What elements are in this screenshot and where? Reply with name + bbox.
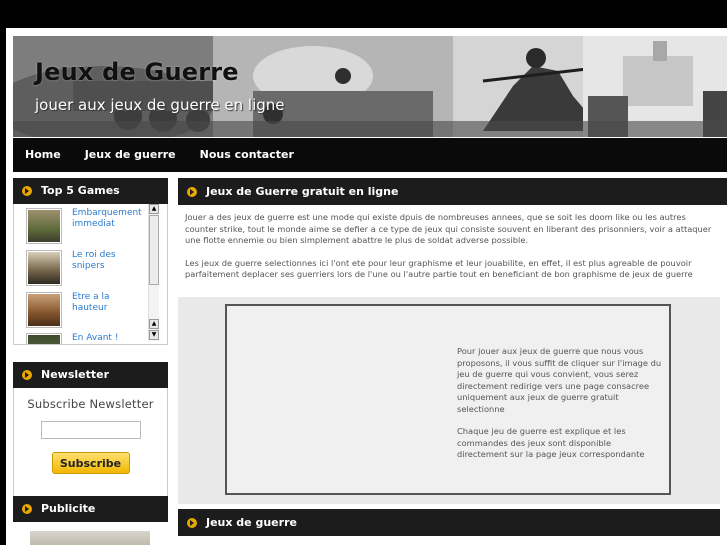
top-games-title: Top 5 Games bbox=[41, 184, 120, 197]
scroll-up-icon[interactable]: ▲ bbox=[149, 204, 159, 214]
intro-header: Jeux de Guerre gratuit en ligne bbox=[178, 178, 727, 205]
banner-scene-svg bbox=[13, 36, 727, 137]
arrow-bullet-icon bbox=[22, 370, 32, 380]
feature-text: Pour jouer aux jeux de guerre que nous v… bbox=[457, 346, 663, 472]
nav-item-home[interactable]: Home bbox=[13, 138, 73, 172]
intro-paragraph: Jouer a des jeux de guerre est une mode … bbox=[185, 212, 712, 245]
newsletter-body: Subscribe Newsletter Subscribe bbox=[13, 388, 168, 497]
page: Jeux de Guerre jouer aux jeux de guerre … bbox=[6, 28, 727, 545]
newsletter-heading: Subscribe Newsletter bbox=[27, 397, 154, 411]
game-thumbnail[interactable] bbox=[26, 333, 62, 344]
game-thumbnail[interactable] bbox=[26, 250, 62, 286]
main-content: Jeux de Guerre gratuit en ligne Jouer a … bbox=[178, 178, 727, 536]
feature-paragraph: Pour jouer aux jeux de guerre que nous v… bbox=[457, 346, 662, 414]
nav-item-nous-contacter[interactable]: Nous contacter bbox=[188, 138, 306, 172]
nav-item-jeux-de-guerre[interactable]: Jeux de guerre bbox=[73, 138, 188, 172]
subscribe-button[interactable]: Subscribe bbox=[51, 452, 130, 474]
main-nav: Home Jeux de guerre Nous contacter bbox=[13, 138, 727, 172]
top-games-header: Top 5 Games bbox=[13, 178, 168, 204]
site-title[interactable]: Jeux de Guerre bbox=[35, 58, 239, 86]
top-games-box: Top 5 Games Embarquement immediat Le roi… bbox=[13, 178, 168, 345]
intro-text: Jouer a des jeux de guerre est une mode … bbox=[178, 205, 727, 281]
game-thumbnail[interactable] bbox=[26, 208, 62, 244]
list-item[interactable]: Etre a la hauteur bbox=[26, 292, 144, 328]
banner-photo bbox=[13, 36, 727, 137]
games-section-header: Jeux de guerre bbox=[178, 509, 720, 536]
newsletter-header: Newsletter bbox=[13, 362, 168, 388]
scroll-down-icon[interactable]: ▼ bbox=[149, 330, 159, 340]
game-link[interactable]: En Avant ! bbox=[72, 333, 144, 344]
intro-title: Jeux de Guerre gratuit en ligne bbox=[206, 185, 399, 198]
newsletter-title: Newsletter bbox=[41, 368, 110, 381]
header-banner: Jeux de Guerre jouer aux jeux de guerre … bbox=[13, 36, 727, 137]
intro-paragraph: Les jeux de guerre selectionnes ici l'on… bbox=[185, 257, 693, 280]
arrow-bullet-icon bbox=[22, 504, 32, 514]
list-item[interactable]: Embarquement immediat bbox=[26, 208, 144, 244]
game-link[interactable]: Embarquement immediat bbox=[72, 208, 144, 244]
games-section: Jeux de guerre bbox=[178, 509, 720, 536]
publicite-title: Publicite bbox=[41, 502, 96, 515]
games-scrollbar[interactable]: ▲ ▲ ▼ bbox=[148, 204, 159, 341]
list-item[interactable]: En Avant ! bbox=[26, 333, 144, 344]
games-section-title: Jeux de guerre bbox=[206, 516, 297, 529]
game-thumbnail[interactable] bbox=[26, 292, 62, 328]
ad-image[interactable] bbox=[30, 531, 150, 545]
newsletter-box: Newsletter Subscribe Newsletter Subscrib… bbox=[13, 362, 168, 497]
site-tagline: jouer aux jeux de guerre en ligne bbox=[35, 96, 285, 114]
publicite-header: Publicite bbox=[13, 496, 168, 522]
game-link[interactable]: Etre a la hauteur bbox=[72, 292, 144, 328]
games-list[interactable]: Embarquement immediat Le roi des snipers… bbox=[13, 204, 168, 345]
arrow-bullet-icon bbox=[22, 186, 32, 196]
arrow-bullet-icon bbox=[187, 186, 197, 197]
game-preview-frame[interactable]: Pour jouer aux jeux de guerre que nous v… bbox=[225, 304, 671, 495]
newsletter-email-input[interactable] bbox=[40, 421, 141, 439]
feature-box: Pour jouer aux jeux de guerre que nous v… bbox=[178, 297, 720, 504]
arrow-bullet-icon bbox=[187, 517, 197, 528]
feature-paragraph: Chaque jeu de guerre est explique et les… bbox=[457, 426, 645, 459]
scrollbar-thumb[interactable] bbox=[149, 215, 159, 285]
scroll-up-icon[interactable]: ▲ bbox=[149, 319, 159, 329]
publicite-box: Publicite bbox=[13, 496, 168, 545]
game-link[interactable]: Le roi des snipers bbox=[72, 250, 144, 286]
list-item[interactable]: Le roi des snipers bbox=[26, 250, 144, 286]
